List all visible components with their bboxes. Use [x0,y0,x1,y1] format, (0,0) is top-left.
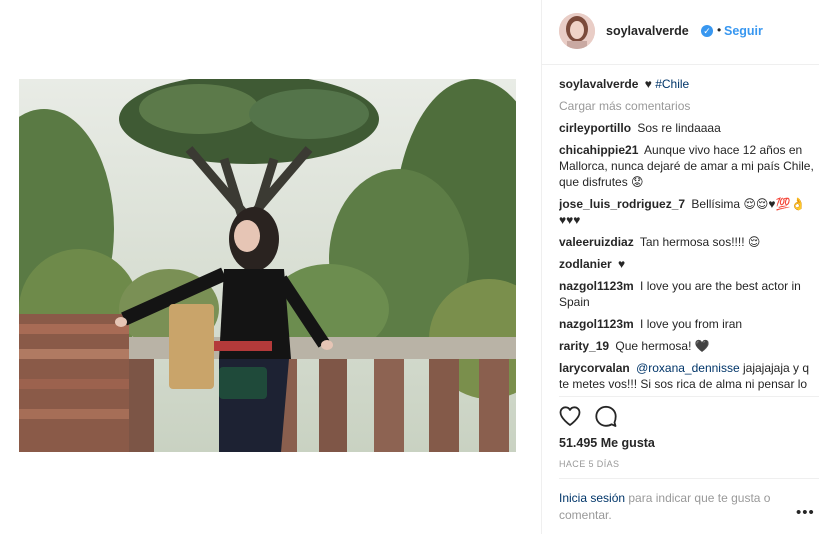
comment-text: Tan hermosa sos!!!! 😌 [639,235,761,249]
comment-text: Que hermosa! 🖤 [615,339,710,353]
login-prompt: Inicia sesión para indicar que te gusta … [559,490,784,524]
header-separator: • [717,23,722,37]
comment-username[interactable]: rarity_19 [559,339,609,353]
comment-username[interactable]: cirleyportillo [559,121,631,135]
caption-hashtag[interactable]: #Chile [655,77,689,91]
post-header: soylavalverde ✓ • Seguir [542,0,819,65]
login-link[interactable]: Inicia sesión [559,491,625,505]
comment-icon [595,405,617,427]
follow-button[interactable]: Seguir [724,24,763,38]
comments-list[interactable]: soylavalverde ♥ #Chile Cargar más coment… [559,76,815,396]
post-photo[interactable] [19,79,516,452]
load-more-comments-button[interactable]: Cargar más comentarios [559,98,815,114]
comment-text: Sos re lindaaaa [637,121,721,135]
verified-badge-icon: ✓ [701,25,713,37]
caption-username[interactable]: soylavalverde [559,77,638,91]
post-timestamp[interactable]: HACE 5 DÍAS [559,459,619,469]
comment-username[interactable]: zodlanier [559,257,612,271]
header-username[interactable]: soylavalverde [606,24,689,38]
photo-image [19,79,516,452]
comment-username[interactable]: jose_luis_rodriguez_7 [559,197,685,211]
comment-username[interactable]: nazgol1123m [559,279,634,293]
comment-text: I love you from iran [640,317,743,331]
comment-text: ♥ [618,257,626,271]
comment-username[interactable]: valeeruizdiaz [559,235,634,249]
like-button[interactable] [558,404,582,428]
comment: jose_luis_rodriguez_7 Bellísima 😌😌♥💯👌 ♥♥… [559,196,815,228]
avatar[interactable] [559,13,595,49]
comment: nazgol1123m I love you are the best acto… [559,278,815,310]
more-options-button[interactable]: ••• [796,504,815,521]
post-side-panel: soylavalverde ✓ • Seguir soylavalverde ♥… [541,0,819,534]
comment: larycorvalan @roxana_dennisse jajajajaja… [559,360,815,396]
comment: zodlanier ♥ [559,256,815,272]
comment: cirleyportillo Sos re lindaaaa [559,120,815,136]
avatar-image [559,13,595,49]
caption: soylavalverde ♥ #Chile [559,76,815,92]
comment-username[interactable]: chicahippie21 [559,143,638,157]
like-count[interactable]: 51.495 Me gusta [559,436,655,450]
comment: chicahippie21 Aunque vivo hace 12 años e… [559,142,815,190]
heart-icon [559,406,581,426]
comment-username[interactable]: nazgol1123m [559,317,634,331]
comment-button[interactable] [594,404,618,428]
comment: valeeruizdiaz Tan hermosa sos!!!! 😌 [559,234,815,250]
login-divider [559,478,819,479]
caption-text: ♥ [644,77,652,91]
actions-divider [559,396,819,397]
comment-mention[interactable]: @roxana_dennisse [636,361,740,375]
comment: nazgol1123m I love you from iran [559,316,815,332]
comment: rarity_19 Que hermosa! 🖤 [559,338,815,354]
comment-username[interactable]: larycorvalan [559,361,630,375]
